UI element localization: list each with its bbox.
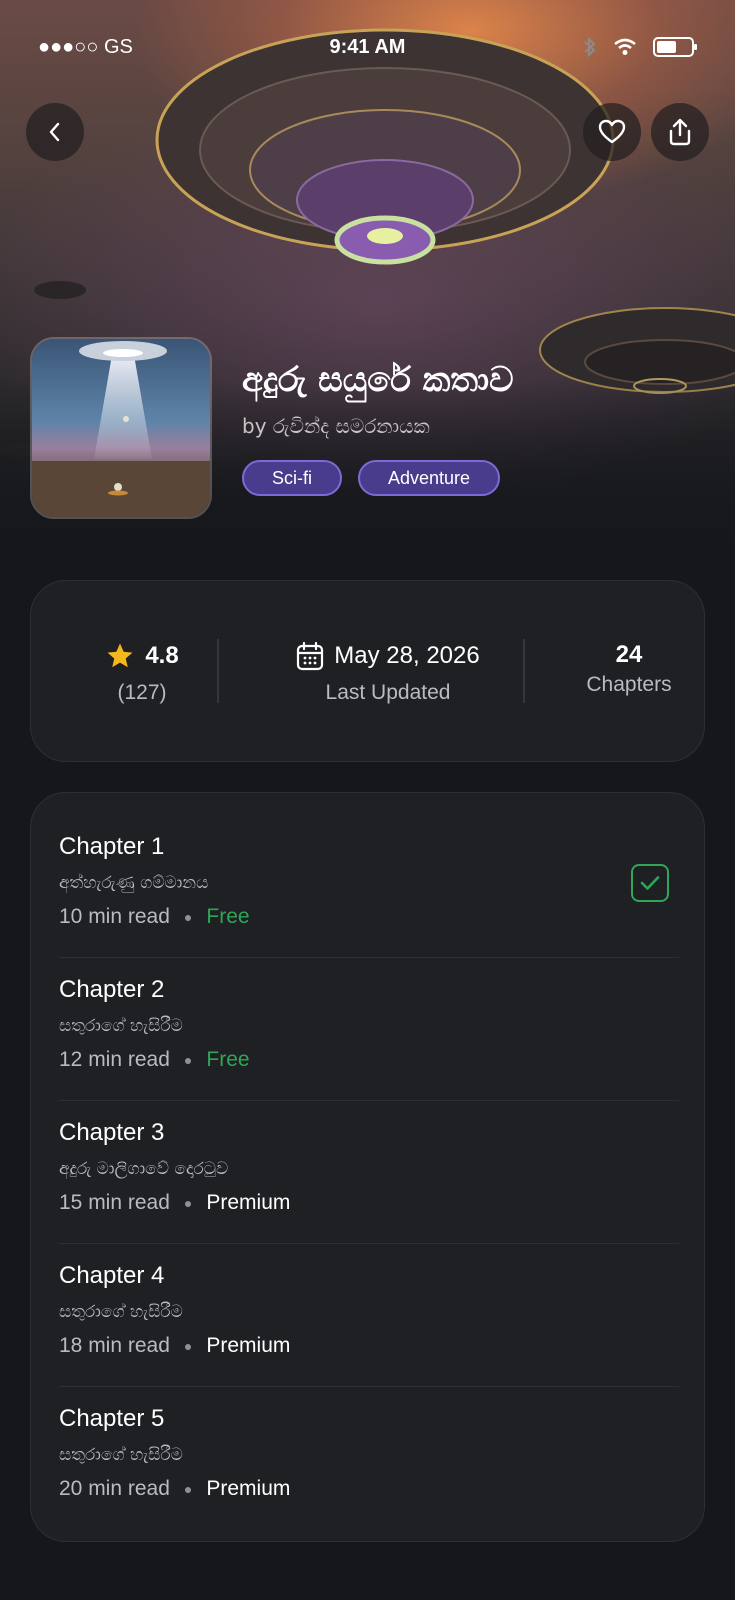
updated-date: May 28, 2026 (334, 642, 480, 669)
chapter-read-time: 20 min read (59, 1477, 170, 1500)
bluetooth-icon (584, 36, 596, 58)
chapter-meta: 10 min read ● Free (59, 905, 250, 929)
chapter-subtitle: අත්හැරුණු ගම්මානය (59, 873, 209, 893)
chapter-meta: 18 min read ● Premium (59, 1334, 290, 1358)
genre-tags: Sci-fi Adventure (242, 460, 514, 496)
book-cover (30, 337, 212, 519)
chapter-title: Chapter 3 (59, 1119, 165, 1146)
chapter-item-2[interactable]: Chapter 2 සතුරාගේ හැසිරීම 12 min read ● … (59, 958, 679, 1101)
updated-stat: May 28, 2026 Last Updated (243, 641, 533, 705)
chapter-meta: 15 min read ● Premium (59, 1191, 290, 1215)
check-icon (640, 876, 660, 890)
chapters-stat: 24 Chapters (559, 641, 699, 697)
wifi-icon (614, 38, 636, 55)
chapters-list: Chapter 1 අත්හැරුණු ගම්මානය 10 min read … (30, 792, 705, 1542)
status-icons (583, 36, 699, 58)
battery-icon (653, 37, 697, 57)
stats-card: 4.8 (127) May 28, 2026 Last Updated 24 C… (30, 580, 705, 762)
chapter-title: Chapter 2 (59, 976, 165, 1003)
chapter-subtitle: සතුරාගේ හැසිරීම (59, 1302, 183, 1322)
stats-divider (217, 639, 219, 703)
stats-divider (523, 639, 525, 703)
separator-dot: ● (183, 1195, 193, 1211)
chapter-item-3[interactable]: Chapter 3 අදුරු මාලිගාවේ දොරටුව 15 min r… (59, 1101, 679, 1244)
separator-dot: ● (183, 1052, 193, 1068)
share-icon (669, 118, 691, 146)
favorite-button[interactable] (583, 103, 641, 161)
calendar-icon (297, 641, 324, 671)
chapter-item-1[interactable]: Chapter 1 අත්හැරුණු ගම්මානය 10 min read … (59, 815, 679, 958)
chapter-item-5[interactable]: Chapter 5 සතුරාගේ හැසිරීම 20 min read ● … (59, 1387, 679, 1530)
chapter-access: Free (206, 905, 250, 928)
chevron-left-icon (49, 122, 60, 142)
book-info: අදුරු සයුරේ කතාව by රුවින්ද සමරනායක Sci-… (242, 360, 514, 496)
star-icon (107, 643, 133, 668)
chapters-count: 24 (615, 641, 643, 668)
chapter-read-time: 18 min read (59, 1334, 170, 1357)
chapter-title: Chapter 4 (59, 1262, 165, 1289)
chapter-access: Premium (206, 1334, 291, 1357)
chapter-meta: 20 min read ● Premium (59, 1477, 290, 1501)
chapter-subtitle: අදුරු මාලිගාවේ දොරටුව (59, 1159, 229, 1179)
chapter-subtitle: සතුරාගේ හැසිරීම (59, 1445, 183, 1465)
chapter-item-4[interactable]: Chapter 4 සතුරාගේ හැසිරීම 18 min read ● … (59, 1244, 679, 1387)
separator-dot: ● (183, 909, 193, 925)
chapter-read-time: 12 min read (59, 1048, 170, 1071)
chapter-access: Free (206, 1048, 250, 1071)
completed-checkbox[interactable] (631, 864, 669, 902)
share-button[interactable] (651, 103, 709, 161)
heart-icon (598, 119, 626, 144)
chapter-access: Premium (206, 1191, 291, 1214)
separator-dot: ● (183, 1481, 193, 1497)
chapter-subtitle: සතුරාගේ හැසිරීම (59, 1016, 183, 1036)
book-author: by රුවින්ද සමරනායක (242, 414, 430, 438)
chapter-title: Chapter 5 (59, 1405, 165, 1432)
separator-dot: ● (183, 1338, 193, 1354)
rating-count: (127) (117, 681, 167, 704)
chapter-access: Premium (206, 1477, 291, 1500)
chapter-read-time: 15 min read (59, 1191, 170, 1214)
back-button[interactable] (26, 103, 84, 161)
status-bar: ●●●○○ GS 9:41 AM (0, 30, 735, 66)
chapters-label: Chapters (586, 673, 672, 696)
book-cover-art (32, 339, 210, 517)
chapter-title: Chapter 1 (59, 833, 165, 860)
book-title: අදුරු සයුරේ කතාව (242, 360, 514, 400)
tag-adventure[interactable]: Adventure (358, 460, 501, 496)
chapter-read-time: 10 min read (59, 905, 170, 928)
updated-label: Last Updated (325, 681, 451, 704)
chapter-meta: 12 min read ● Free (59, 1048, 250, 1072)
tag-sci-fi[interactable]: Sci-fi (242, 460, 342, 496)
rating-value: 4.8 (145, 642, 179, 669)
rating-stat: 4.8 (127) (67, 641, 217, 705)
